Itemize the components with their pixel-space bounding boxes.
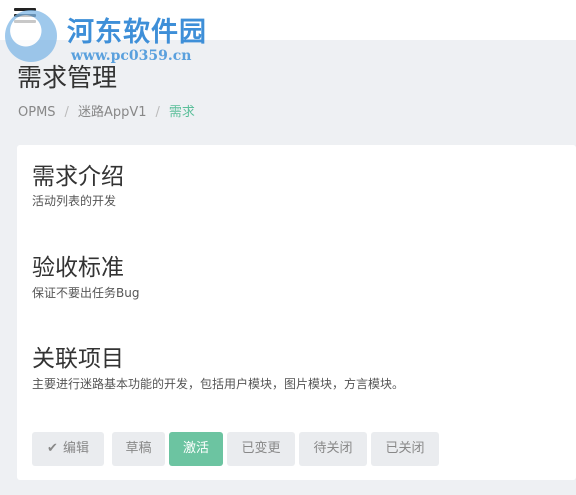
breadcrumb-item-current: 需求 [168,105,195,120]
breadcrumb-item-project[interactable]: 迷路AppV1 [78,105,147,120]
edit-button[interactable]: ✔ 编辑 [32,432,104,466]
check-icon: ✔ [47,441,58,456]
pending-close-button[interactable]: 待关闭 [299,432,367,466]
edit-button-label: 编辑 [62,441,89,456]
hamburger-menu-icon[interactable] [14,5,36,25]
section-title-acceptance: 验收标准 [32,255,124,281]
requirement-detail-panel: 需求介绍 活动列表的开发 验收标准 保证不要出任务Bug 关联项目 主要进行迷路… [17,145,576,480]
closed-button[interactable]: 已关闭 [371,432,439,466]
section-text-acceptance: 保证不要出任务Bug [32,286,140,300]
breadcrumb-item-opms[interactable]: OPMS [18,105,56,120]
breadcrumb-separator: / [155,105,160,120]
changed-button[interactable]: 已变更 [227,432,295,466]
breadcrumb-separator: / [64,105,69,120]
activate-button[interactable]: 激活 [169,432,223,466]
top-bar [0,0,576,40]
section-title-description: 需求介绍 [32,164,124,190]
section-title-related-project: 关联项目 [32,346,124,372]
draft-button[interactable]: 草稿 [112,432,165,466]
page-title: 需求管理 [17,63,118,92]
breadcrumb: OPMS / 迷路AppV1 / 需求 [18,101,195,120]
section-text-description: 活动列表的开发 [32,194,117,208]
section-text-related-project: 主要进行迷路基本功能的开发，包括用户模块，图片模块，方言模块。 [32,377,405,391]
